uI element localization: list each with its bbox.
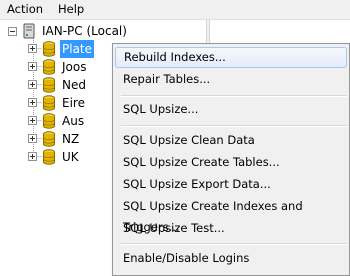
expand-icon[interactable] bbox=[28, 80, 37, 89]
expand-icon[interactable] bbox=[28, 62, 37, 71]
menu-item-sql-upsize-export-data[interactable]: SQL Upsize Export Data... bbox=[115, 174, 347, 195]
menu-item-sql-upsize-create-indexes-triggers[interactable]: SQL Upsize Create Indexes and Triggers..… bbox=[115, 196, 347, 234]
tree-node-label: Aus bbox=[62, 114, 85, 128]
tree-root-node[interactable]: IAN-PC (Local) bbox=[0, 22, 206, 40]
tree-root-label: IAN-PC (Local) bbox=[42, 24, 127, 38]
menu-item-sql-upsize[interactable]: SQL Upsize... bbox=[115, 99, 347, 120]
expand-icon[interactable] bbox=[28, 98, 37, 107]
tree-node-label: NZ bbox=[62, 132, 80, 146]
menu-separator bbox=[121, 95, 347, 97]
database-icon bbox=[43, 41, 55, 57]
database-icon bbox=[43, 77, 55, 93]
expand-icon[interactable] bbox=[28, 44, 37, 53]
database-icon bbox=[43, 113, 55, 129]
tree-node-label: Joos bbox=[62, 60, 87, 74]
menu-item-repair-tables[interactable]: Repair Tables... bbox=[115, 69, 347, 90]
collapse-icon[interactable] bbox=[8, 27, 17, 36]
database-icon bbox=[43, 149, 55, 165]
menu-separator bbox=[121, 125, 347, 127]
menu-item-sql-upsize-create-tables[interactable]: SQL Upsize Create Tables... bbox=[115, 152, 347, 173]
tree-node-label: Plate bbox=[60, 40, 95, 58]
expand-icon[interactable] bbox=[28, 116, 37, 125]
menu-help[interactable]: Help bbox=[56, 0, 86, 20]
expand-icon[interactable] bbox=[28, 152, 37, 161]
expand-icon[interactable] bbox=[28, 134, 37, 143]
menu-item-rebuild-indexes[interactable]: Rebuild Indexes... bbox=[115, 47, 347, 68]
tree-node-label: UK bbox=[62, 150, 79, 164]
menu-bar: Action Help bbox=[0, 0, 350, 20]
menu-item-enable-disable-logins[interactable]: Enable/Disable Logins bbox=[115, 248, 347, 269]
menu-item-sql-upsize-test[interactable]: SQL Upsize Test... bbox=[115, 218, 347, 239]
tree-node-label: Eire bbox=[62, 96, 85, 110]
menu-separator bbox=[121, 243, 347, 245]
server-icon bbox=[23, 23, 35, 39]
menu-item-sql-upsize-clean-data[interactable]: SQL Upsize Clean Data bbox=[115, 130, 347, 151]
database-icon bbox=[43, 95, 55, 111]
context-menu: Rebuild Indexes... Repair Tables... SQL … bbox=[112, 43, 350, 276]
tree-node-label: Ned bbox=[62, 78, 86, 92]
database-icon bbox=[43, 131, 55, 147]
database-icon bbox=[43, 59, 55, 75]
menu-action[interactable]: Action bbox=[5, 0, 45, 20]
